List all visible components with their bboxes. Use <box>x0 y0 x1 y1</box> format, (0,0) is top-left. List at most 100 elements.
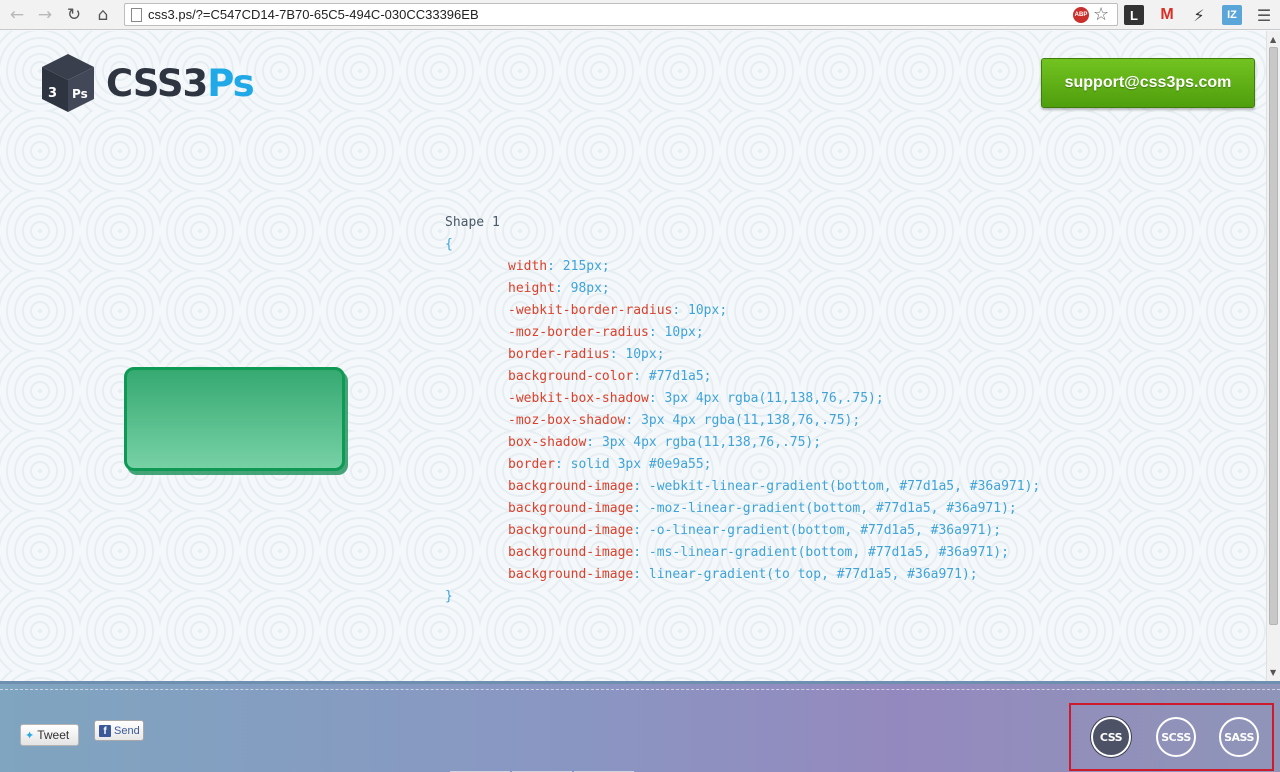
logo-text-css3: CSS3 <box>106 62 208 105</box>
reload-icon[interactable]: ↻ <box>63 4 85 26</box>
back-arrow-icon[interactable]: ← <box>6 4 28 26</box>
cube-logo-icon: 3 Ps <box>42 54 94 112</box>
extension-l-icon[interactable]: L <box>1124 5 1144 25</box>
forward-arrow-icon[interactable]: → <box>34 4 56 26</box>
css-value: -ms-linear-gradient(bottom, #77d1a5, #36… <box>648 545 1009 560</box>
code-line: box-shadow: 3px 4px rgba(11,138,76,.75); <box>445 432 1040 454</box>
format-sass-button[interactable]: SASS <box>1219 717 1259 757</box>
code-line: height: 98px; <box>445 278 1040 300</box>
css-value: 10px; <box>688 303 728 318</box>
css-value: solid 3px #0e9a55; <box>570 457 712 472</box>
scroll-down-icon[interactable]: ▼ <box>1270 668 1276 677</box>
code-line: background-image: -o-linear-gradient(bot… <box>445 520 1040 542</box>
css3ps-logo[interactable]: 3 Ps CSS3Ps <box>40 52 260 116</box>
colon: : <box>609 347 626 362</box>
css-property: -moz-border-radius <box>508 325 649 340</box>
lightning-icon[interactable]: ⚡ <box>1189 5 1209 25</box>
css-value: -o-linear-gradient(bottom, #77d1a5, #36a… <box>648 523 1002 538</box>
css-property: -moz-box-shadow <box>508 413 626 428</box>
code-line: background-image: -webkit-linear-gradien… <box>445 476 1040 498</box>
css-value: -webkit-linear-gradient(bottom, #77d1a5,… <box>648 479 1041 494</box>
css-property: background-color <box>508 369 634 384</box>
extension-iz-icon[interactable]: IZ <box>1222 5 1242 25</box>
css-value: -moz-linear-gradient(bottom, #77d1a5, #3… <box>648 501 1017 516</box>
colon: : <box>633 523 649 538</box>
scroll-up-icon[interactable]: ▲ <box>1270 35 1276 44</box>
css-value: #77d1a5; <box>648 369 712 384</box>
code-line: -moz-border-radius: 10px; <box>445 322 1040 344</box>
css-property: -webkit-box-shadow <box>508 391 649 406</box>
css-property: background-image <box>508 567 634 582</box>
home-icon[interactable]: ⌂ <box>92 4 114 26</box>
address-bar[interactable]: css3.ps/?=C547CD14-7B70-65C5-494C-030CC3… <box>124 3 1118 26</box>
scroll-thumb[interactable] <box>1269 47 1278 625</box>
code-line: background-image: -moz-linear-gradient(b… <box>445 498 1040 520</box>
shape-preview <box>124 367 345 471</box>
colon: : <box>633 479 649 494</box>
colon: : <box>554 457 571 472</box>
browser-toolbar: ← → ↻ ⌂ css3.ps/?=C547CD14-7B70-65C5-494… <box>0 0 1280 30</box>
code-line: -webkit-box-shadow: 3px 4px rgba(11,138,… <box>445 388 1040 410</box>
code-line: border-radius: 10px; <box>445 344 1040 366</box>
adblock-icon[interactable]: ABP <box>1073 7 1089 23</box>
code-title: Shape 1 <box>445 215 500 230</box>
css-property: background-image <box>508 523 634 538</box>
twitter-bird-icon: ✦ <box>25 728 35 742</box>
colon: : <box>625 413 642 428</box>
code-line: -webkit-border-radius: 10px; <box>445 300 1040 322</box>
css-property: height <box>508 281 555 296</box>
css-property: background-image <box>508 479 634 494</box>
support-email-button[interactable]: support@css3ps.com <box>1041 58 1255 108</box>
gmail-icon[interactable]: M <box>1157 5 1177 25</box>
tweet-label: Tweet <box>37 728 70 742</box>
css-property: border-radius <box>508 347 610 362</box>
code-line: background-image: linear-gradient(to top… <box>445 564 1040 586</box>
format-scss-button[interactable]: SCSS <box>1156 717 1196 757</box>
css-value: 10px; <box>625 347 665 362</box>
colon: : <box>648 391 665 406</box>
css-code-output: Shape 1 { width: 215px; height: 98px; -web… <box>445 212 1040 608</box>
hamburger-menu-icon[interactable]: ☰ <box>1254 5 1274 25</box>
colon: : <box>547 259 563 274</box>
css-value: 3px 4px rgba(11,138,76,.75); <box>641 413 861 428</box>
open-brace: { <box>445 237 453 252</box>
css-property: background-image <box>508 501 634 516</box>
css-property: width <box>508 259 548 274</box>
css-property: border <box>508 457 555 472</box>
page-icon <box>131 8 142 22</box>
code-line: border: solid 3px #0e9a55; <box>445 454 1040 476</box>
css-property: background-image <box>508 545 634 560</box>
page-content: 3 Ps CSS3Ps support@css3ps.com Shape 1 {… <box>0 31 1266 681</box>
css-value: 215px; <box>562 259 610 274</box>
css-property: box-shadow <box>508 435 587 450</box>
facebook-icon: f <box>99 724 111 737</box>
code-line: -moz-box-shadow: 3px 4px rgba(11,138,76,… <box>445 410 1040 432</box>
logo-text: CSS3Ps <box>106 62 255 105</box>
format-css-button[interactable]: CSS <box>1091 717 1131 757</box>
colon: : <box>648 325 665 340</box>
css-value: 3px 4px rgba(11,138,76,.75); <box>664 391 884 406</box>
footer-bar: ✦ Tweet f Send CSS SCSS SASS <box>0 681 1280 772</box>
colon: : <box>554 281 571 296</box>
url-text[interactable]: css3.ps/?=C547CD14-7B70-65C5-494C-030CC3… <box>148 7 479 22</box>
bookmark-star-icon[interactable]: ☆ <box>1093 4 1109 25</box>
logo-text-ps: Ps <box>207 62 254 105</box>
colon: : <box>633 369 649 384</box>
tweet-button[interactable]: ✦ Tweet <box>20 724 79 746</box>
colon: : <box>586 435 602 450</box>
svg-text:3: 3 <box>48 86 57 101</box>
code-line: background-color: #77d1a5; <box>445 366 1040 388</box>
colon: : <box>633 567 649 582</box>
css-property: -webkit-border-radius <box>508 303 673 318</box>
colon: : <box>633 501 649 516</box>
format-selector: CSS SCSS SASS <box>1069 703 1274 771</box>
colon: : <box>672 303 689 318</box>
css-value: 10px; <box>664 325 704 340</box>
css-value: 98px; <box>570 281 610 296</box>
css-value: linear-gradient(to top, #77d1a5, #36a971… <box>648 567 978 582</box>
facebook-send-button[interactable]: f Send <box>94 720 144 741</box>
svg-text:Ps: Ps <box>72 87 88 101</box>
code-line: width: 215px; <box>445 256 1040 278</box>
vertical-scrollbar[interactable]: ▲ ▼ <box>1266 31 1280 681</box>
close-brace: } <box>445 589 453 604</box>
